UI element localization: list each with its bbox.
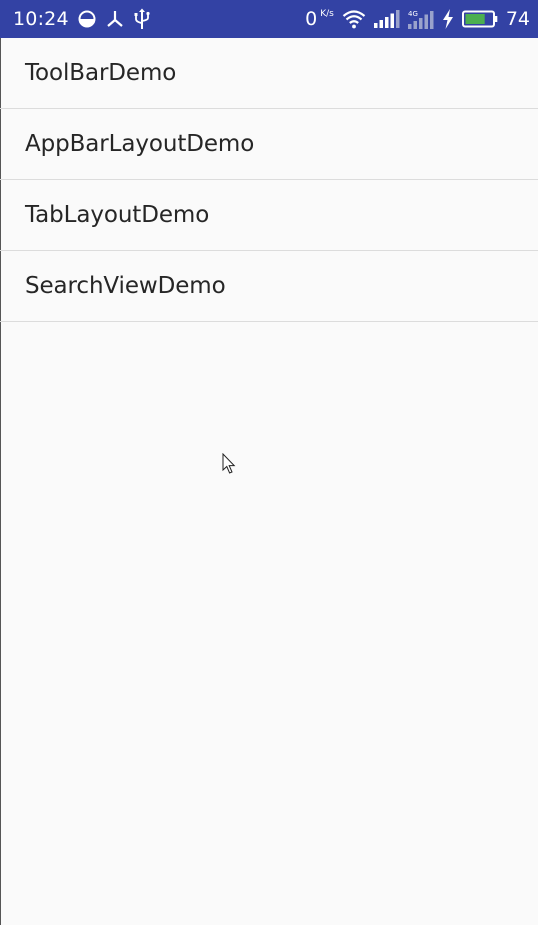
list-item-searchview-demo[interactable]: SearchViewDemo [0,251,538,322]
list-item-label: ToolBarDemo [25,60,177,86]
battery-icon [461,10,498,28]
network-speed: 0 K/s [305,8,334,30]
status-bar: 10:24 0 K/s 4G 74 [0,0,538,38]
usb-icon [134,8,150,30]
network-speed-unit: K/s [320,9,334,19]
charging-bolt-icon [442,9,454,29]
status-time: 10:24 [13,8,69,30]
list-item-appbarlayout-demo[interactable]: AppBarLayoutDemo [0,109,538,180]
status-bar-right: 0 K/s 4G 74 [305,8,530,30]
network-speed-value: 0 [305,8,318,30]
mouse-pointer-icon [222,452,236,479]
signal-4g-icon: 4G [407,9,434,29]
wifi-icon [342,9,366,29]
list-item-label: TabLayoutDemo [25,202,210,228]
usb-debug-icon [105,9,125,29]
list-item-label: SearchViewDemo [25,273,226,299]
battery-fill [465,14,485,24]
list-item-label: AppBarLayoutDemo [25,131,255,157]
battery-level: 74 [505,8,530,30]
list-item-toolbar-demo[interactable]: ToolBarDemo [0,38,538,109]
signal-icon [373,10,400,28]
list-item-tablayout-demo[interactable]: TabLayoutDemo [0,180,538,251]
status-bar-left: 10:24 [13,8,150,30]
demo-list: ToolBarDemo AppBarLayoutDemo TabLayoutDe… [0,38,538,322]
data-saver-icon [78,10,96,28]
svg-text:4G: 4G [408,10,418,18]
